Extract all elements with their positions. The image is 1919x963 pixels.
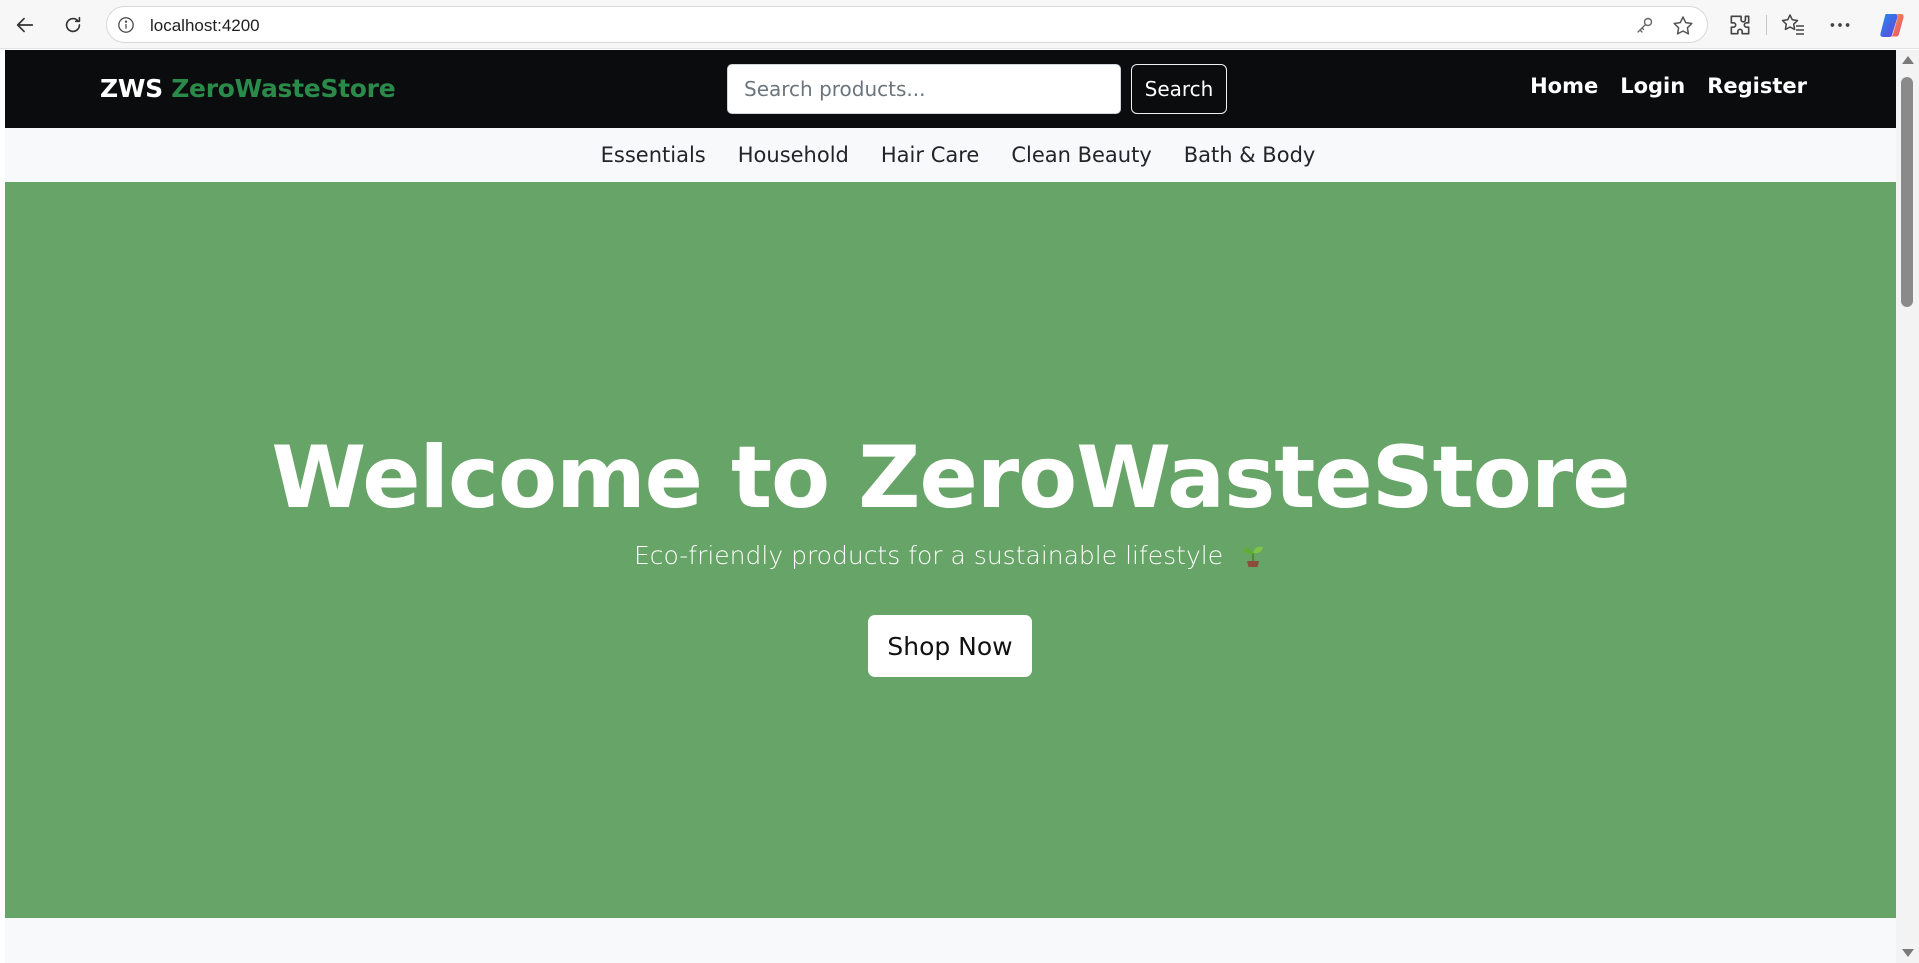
brand-name: ZeroWasteStore [171,74,396,103]
reload-icon[interactable] [56,8,90,42]
back-arrow-icon[interactable] [8,8,42,42]
category-nav: Essentials Household Hair Care Clean Bea… [5,128,1896,182]
browser-toolbar: localhost:4200 [0,0,1919,49]
nav-home-link[interactable]: Home [1530,74,1598,98]
hero-title: Welcome to ZeroWasteStore [271,428,1630,528]
category-essentials[interactable]: Essentials [601,143,706,167]
auth-nav: Home Login Register [1530,74,1807,98]
category-hair-care[interactable]: Hair Care [881,143,979,167]
hero-subtitle: Eco-friendly products for a sustainable … [633,541,1224,570]
key-icon[interactable] [1635,15,1655,35]
shop-now-button[interactable]: Shop Now [868,615,1032,677]
extensions-icon[interactable] [1727,12,1753,38]
star-icon[interactable] [1671,14,1695,38]
address-url[interactable]: localhost:4200 [150,16,260,36]
page-scrollbar[interactable] [1896,50,1919,963]
search-button[interactable]: Search [1131,64,1227,114]
nav-login-link[interactable]: Login [1620,74,1685,98]
category-bath-body[interactable]: Bath & Body [1184,143,1316,167]
brand-logo[interactable]: ZWS ZeroWasteStore [100,74,396,103]
scroll-up-arrow-icon[interactable] [1902,56,1914,64]
top-navbar: ZWS ZeroWasteStore Search Home Login Reg… [5,50,1896,128]
nav-register-link[interactable]: Register [1707,74,1807,98]
hero-banner: Welcome to ZeroWasteStore Eco-friendly p… [5,182,1896,918]
brand-prefix: ZWS [100,74,163,103]
page-viewport: ZWS ZeroWasteStore Search Home Login Reg… [5,50,1896,963]
scroll-down-arrow-icon[interactable] [1902,949,1914,957]
search-input[interactable] [727,64,1121,114]
toolbar-divider [1766,15,1767,35]
category-household[interactable]: Household [738,143,849,167]
address-bar[interactable]: localhost:4200 [106,6,1708,43]
copilot-icon[interactable] [1877,10,1907,40]
category-clean-beauty[interactable]: Clean Beauty [1011,143,1151,167]
info-icon[interactable] [117,16,135,34]
scroll-thumb[interactable] [1901,77,1913,307]
sprout-icon [1243,546,1264,567]
favorites-icon[interactable] [1780,12,1806,38]
hero-subtitle-line: Eco-friendly products for a sustainable … [5,541,1896,570]
more-icon[interactable] [1827,12,1853,38]
